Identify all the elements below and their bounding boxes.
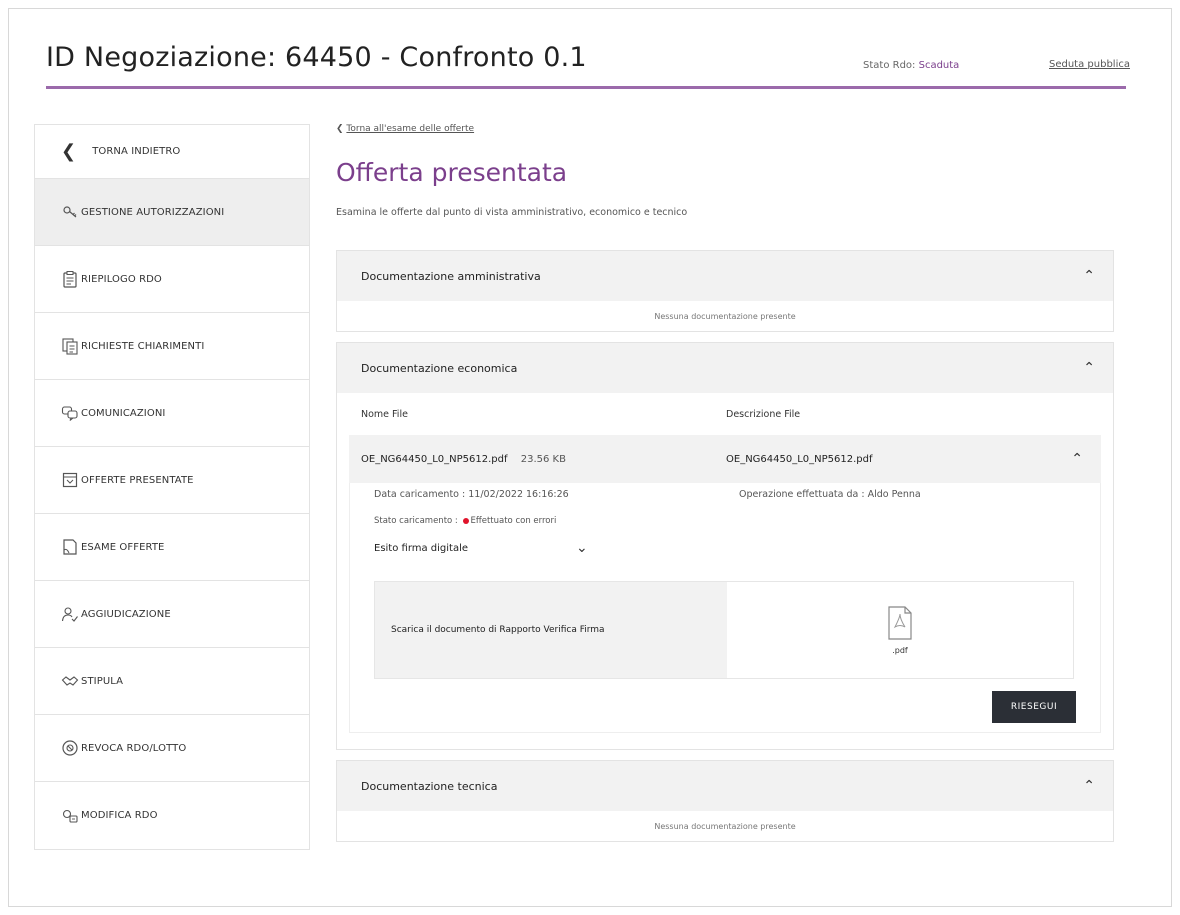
revoke-circle-icon	[61, 739, 79, 757]
sidebar-item-label: RICHIESTE CHIARIMENTI	[81, 340, 205, 352]
signature-check-toggle[interactable]: Esito firma digitale ⌄	[374, 540, 588, 556]
sidebar-item-esame-offerte[interactable]: ESAME OFFERTE	[35, 514, 309, 581]
signature-check-label: Esito firma digitale	[374, 542, 469, 554]
pdf-file-icon[interactable]	[885, 605, 915, 645]
operator-name: Operazione effettuata da : Aldo Penna	[739, 489, 921, 500]
upload-status-value: Effettuato con errori	[470, 516, 557, 526]
document-check-icon	[61, 538, 79, 556]
column-header-file-description: Descrizione File	[726, 408, 801, 420]
sidebar-item-label: OFFERTE PRESENTATE	[81, 474, 194, 486]
rdo-status-value: Scaduta	[918, 60, 960, 71]
sidebar-item-label: RIEPILOGO RDO	[81, 273, 162, 285]
section-documentazione-economica: Documentazione economica ⌃ Nome File Des…	[336, 342, 1114, 750]
sidebar-item-label: MODIFICA RDO	[81, 810, 158, 821]
sidebar-item-label: COMUNICAZIONI	[81, 407, 166, 419]
rdo-status-label: Stato Rdo:	[863, 60, 916, 71]
sidebar-item-label: REVOCA RDO/LOTTO	[81, 742, 187, 754]
sidebar-item-comunicazioni[interactable]: COMUNICAZIONI	[35, 380, 309, 447]
download-report-label: Scarica il documento di Rapporto Verific…	[375, 582, 727, 678]
breadcrumb-link[interactable]: Torna all'esame delle offerte	[346, 124, 474, 134]
sidebar-item-modifica-rdo[interactable]: MODIFICA RDO	[35, 782, 309, 849]
sidebar-back-label: TORNA INDIETRO	[92, 146, 181, 157]
sidebar-item-label: GESTIONE AUTORIZZAZIONI	[81, 206, 225, 218]
sidebar-back-button[interactable]: ❮ TORNA INDIETRO	[35, 125, 309, 179]
documents-question-icon	[61, 337, 79, 355]
rdo-status: Stato Rdo: Scaduta	[863, 60, 959, 71]
main-content: ❮ Torna all'esame delle offerte Offerta …	[336, 124, 1114, 842]
sidebar-item-gestione-autorizzazioni[interactable]: GESTIONE AUTORIZZAZIONI	[35, 179, 309, 246]
breadcrumb[interactable]: ❮ Torna all'esame delle offerte	[336, 124, 1114, 134]
rerun-button[interactable]: RIESEGUI	[992, 691, 1076, 723]
section-header[interactable]: Documentazione economica ⌃	[337, 343, 1113, 393]
sidebar: ❮ TORNA INDIETRO GESTIONE AUTORIZZAZIONI…	[34, 124, 310, 850]
download-report-button[interactable]: .pdf	[727, 582, 1073, 678]
sidebar-item-stipula[interactable]: STIPULA	[35, 648, 309, 715]
sidebar-item-revoca-rdo-lotto[interactable]: REVOCA RDO/LOTTO	[35, 715, 309, 782]
chevron-down-icon[interactable]: ⌄	[576, 540, 588, 556]
upload-date: Data caricamento : 11/02/2022 16:16:26	[374, 489, 569, 500]
page-header-title: ID Negoziazione: 64450 - Confronto 0.1	[46, 42, 587, 73]
table-row[interactable]: OE_NG64450_L0_NP5612.pdf 23.56 KB OE_NG6…	[349, 435, 1101, 483]
sidebar-item-label: ESAME OFFERTE	[81, 541, 165, 553]
error-dot-icon	[462, 517, 469, 524]
header-divider	[46, 86, 1126, 89]
chevron-up-icon[interactable]: ⌃	[1083, 360, 1095, 376]
chevron-up-icon[interactable]: ⌃	[1071, 451, 1083, 467]
file-name-cell: OE_NG64450_L0_NP5612.pdf 23.56 KB	[361, 454, 726, 465]
column-header-file-name: Nome File	[361, 408, 408, 420]
section-title: Documentazione tecnica	[361, 779, 498, 793]
chevron-left-icon: ❮	[61, 141, 77, 162]
key-users-icon	[61, 203, 79, 221]
clipboard-icon	[61, 270, 79, 288]
chevron-up-icon[interactable]: ⌃	[1083, 778, 1095, 794]
section-title: Documentazione amministrativa	[361, 269, 541, 283]
user-award-icon	[61, 605, 79, 623]
file-description: OE_NG64450_L0_NP5612.pdf	[726, 453, 873, 465]
section-header[interactable]: Documentazione tecnica ⌃	[337, 761, 1113, 811]
section-title: Documentazione economica	[361, 361, 518, 375]
chat-bubbles-icon	[61, 404, 79, 422]
sidebar-item-label: STIPULA	[81, 675, 124, 687]
file-table-header: Nome File Descrizione File	[337, 393, 1113, 435]
handshake-icon	[61, 672, 79, 690]
edit-gear-icon	[61, 807, 79, 825]
public-session-link[interactable]: Seduta pubblica	[1049, 59, 1130, 70]
page-description: Esamina le offerte dal punto di vista am…	[336, 207, 688, 218]
calendar-offer-icon	[61, 471, 79, 489]
section-documentazione-amministrativa: Documentazione amministrativa ⌃ Nessuna …	[336, 250, 1114, 332]
sidebar-item-richieste-chiarimenti[interactable]: RICHIESTE CHIARIMENTI	[35, 313, 309, 380]
sidebar-item-riepilogo-rdo[interactable]: RIEPILOGO RDO	[35, 246, 309, 313]
upload-status-label: Stato caricamento :	[374, 516, 458, 526]
sidebar-item-aggiudicazione[interactable]: AGGIUDICAZIONE	[35, 581, 309, 648]
section-header[interactable]: Documentazione amministrativa ⌃	[337, 251, 1113, 301]
sidebar-item-label: AGGIUDICAZIONE	[81, 608, 171, 620]
upload-status: Stato caricamento : Effettuato con error…	[374, 516, 556, 526]
chevron-left-icon: ❮	[336, 124, 344, 134]
file-size: 23.56 KB	[520, 453, 566, 465]
file-details: Data caricamento : 11/02/2022 16:16:26 O…	[349, 483, 1101, 733]
pdf-label: .pdf	[892, 646, 908, 655]
empty-message: Nessuna documentazione presente	[654, 311, 796, 321]
chevron-up-icon[interactable]: ⌃	[1083, 268, 1095, 284]
file-name[interactable]: OE_NG64450_L0_NP5612.pdf	[361, 454, 508, 465]
section-documentazione-tecnica: Documentazione tecnica ⌃ Nessuna documen…	[336, 760, 1114, 842]
page-title: Offerta presentata	[336, 158, 568, 187]
signature-report-box: Scarica il documento di Rapporto Verific…	[374, 581, 1074, 679]
empty-message: Nessuna documentazione presente	[654, 821, 796, 831]
sidebar-item-offerte-presentate[interactable]: OFFERTE PRESENTATE	[35, 447, 309, 514]
